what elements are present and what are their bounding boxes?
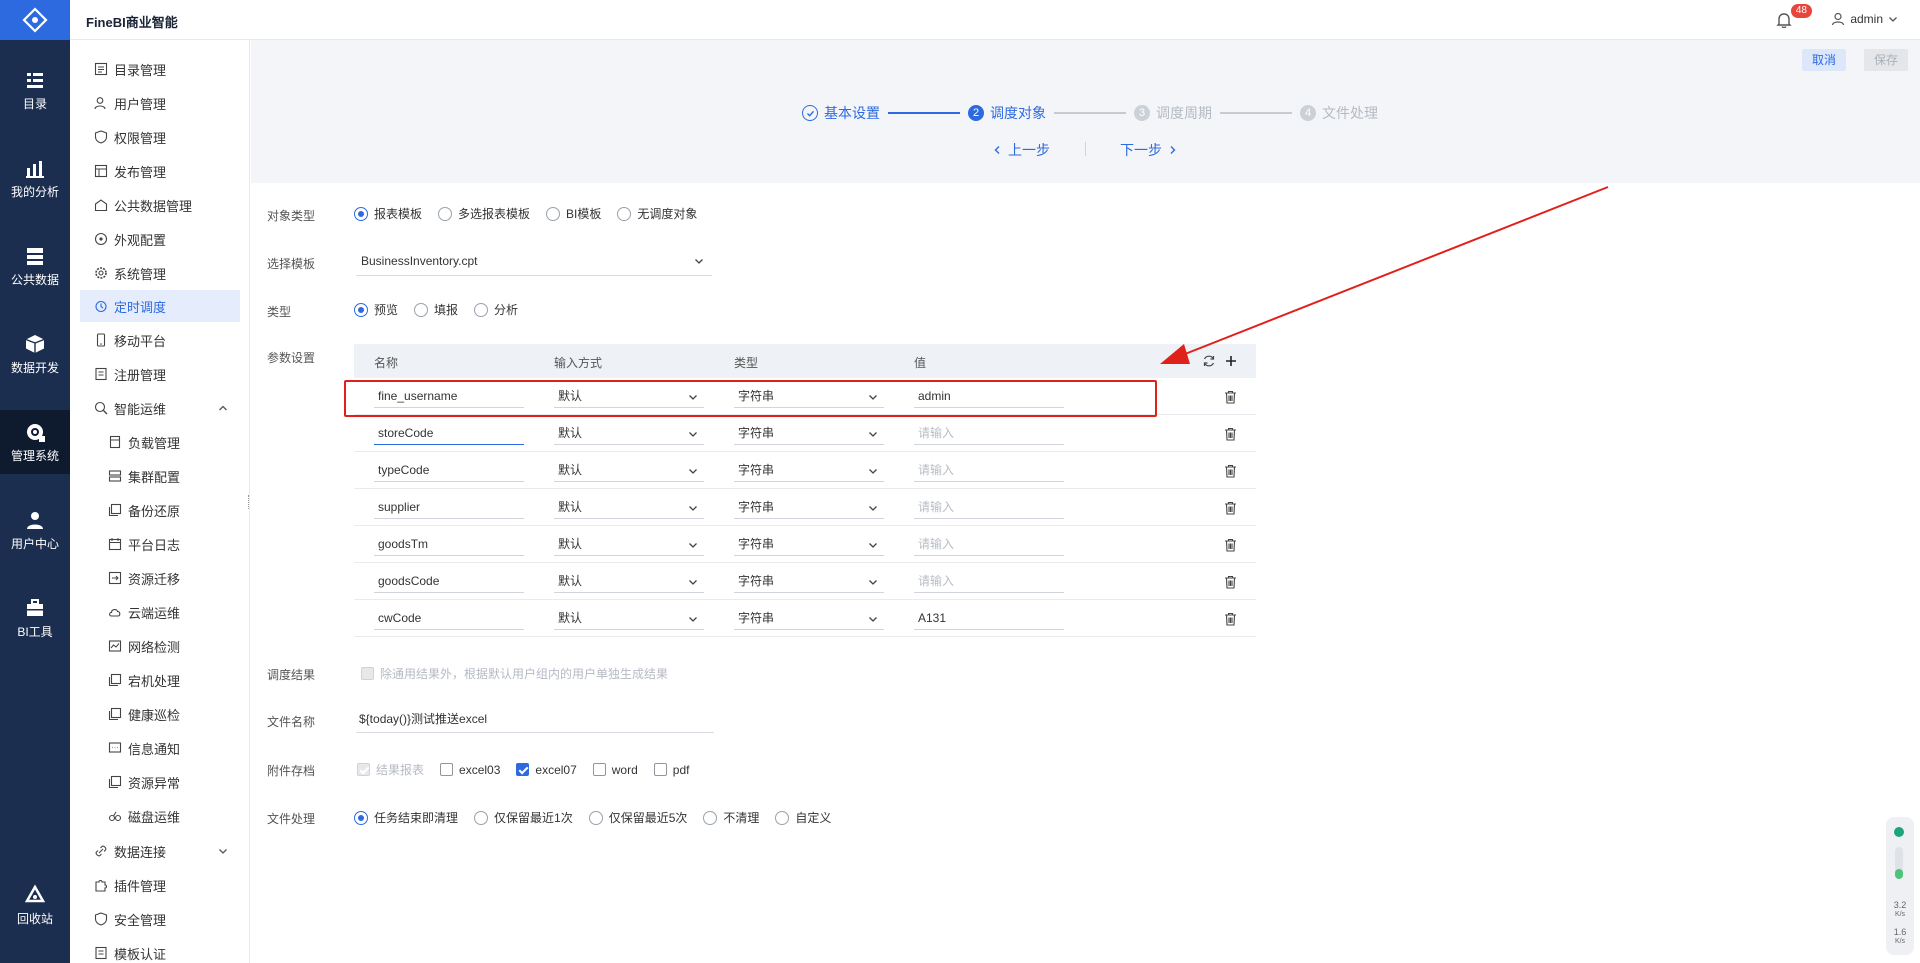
network-speed-widget[interactable]: 3.2 K/s 1.6 K/s [1886, 817, 1914, 955]
upload-speed: 3.2 [1893, 900, 1907, 910]
download-unit: K/s [1894, 938, 1906, 945]
status-dot [1894, 827, 1904, 837]
annotation-arrow [1160, 186, 1609, 364]
download-speed: 1.6 [1893, 927, 1907, 937]
upload-unit: K/s [1894, 911, 1906, 918]
meter-fill [1895, 869, 1903, 879]
